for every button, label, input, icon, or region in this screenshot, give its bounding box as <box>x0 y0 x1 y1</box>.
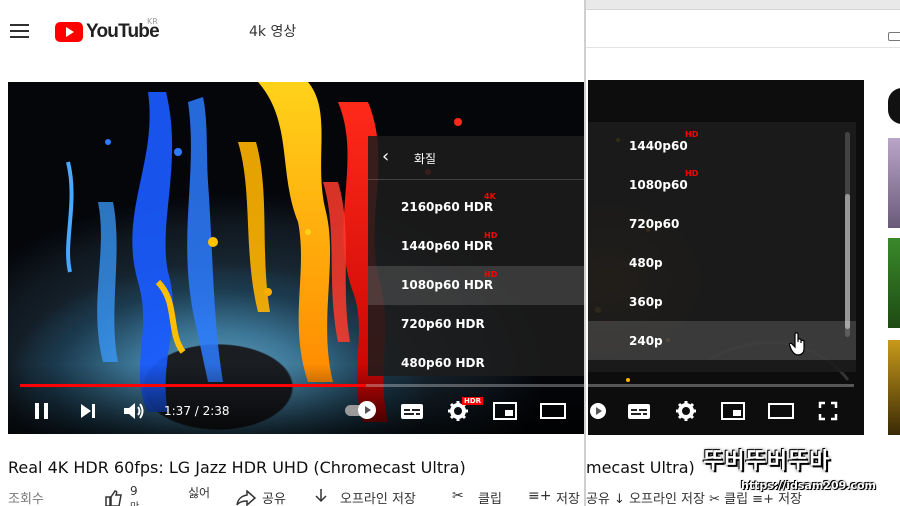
subtitles-icon[interactable] <box>400 401 424 421</box>
address-bar[interactable] <box>586 10 900 48</box>
theater-mode-icon[interactable] <box>768 402 794 420</box>
view-count-label: 조회수 <box>8 492 44 506</box>
quality-option-label: 480p60 HDR <box>401 356 485 370</box>
scissors-icon[interactable]: ✂ <box>452 488 464 504</box>
quality-option-1080p60[interactable]: 1080p60 HD <box>588 165 856 204</box>
watermark-url: https://idsam209.com <box>741 479 876 492</box>
menu-icon[interactable] <box>10 24 29 39</box>
save-button[interactable]: 저장 <box>556 488 580 506</box>
quality-option-label: 720p60 <box>629 217 680 231</box>
quality-menu-title: 화질 <box>414 152 437 166</box>
masthead: YouTube KR 4k 영상 <box>0 0 588 62</box>
quality-menu-scroll-thumb[interactable] <box>845 194 850 329</box>
quality-badge: 4K <box>484 192 496 201</box>
autoplay-play-icon <box>358 401 376 419</box>
miniplayer-icon[interactable] <box>721 402 745 420</box>
video-actions: 조회수 9 만 싫어 공유 오프라인 저장 ✂ 클립 ≡+ 저장 <box>0 484 588 506</box>
related-video-thumbnail[interactable] <box>888 138 900 228</box>
watermark-title: 뚜버뚜버뚜바 <box>703 449 831 474</box>
video-title-second: mecast Ultra) <box>586 458 695 477</box>
quality-option-720p60[interactable]: 720p60 HDR <box>368 305 588 344</box>
youtube-window-main: YouTube KR 4k 영상 ‹ 화질 2160p60 HDR 4K 144… <box>0 0 588 506</box>
country-code: KR <box>147 17 158 26</box>
youtube-logo[interactable]: YouTube <box>55 20 160 44</box>
download-button[interactable]: 오프라인 저장 <box>340 488 416 506</box>
save-playlist-icon[interactable]: ≡+ <box>528 488 551 504</box>
quality-menu: ‹ 화질 2160p60 HDR 4K 1440p60 HDR HD 1080p… <box>368 136 588 376</box>
back-icon[interactable]: ‹ <box>382 147 402 167</box>
youtube-window-second: 1440p60 HD 1080p60 HD 720p60 480p 360p 2… <box>584 0 900 506</box>
quality-option-label: 1440p60 HDR <box>401 239 494 253</box>
related-video-thumbnail[interactable] <box>888 340 900 435</box>
related-videos-strip <box>888 88 900 435</box>
quality-option-720p60[interactable]: 720p60 <box>588 204 856 243</box>
youtube-play-icon <box>55 22 83 42</box>
quality-option-label: 1080p60 <box>629 178 688 192</box>
quality-option-2160p60[interactable]: 2160p60 HDR 4K <box>368 188 588 227</box>
quality-option-label: 240p <box>629 334 663 348</box>
like-icon[interactable] <box>104 489 122 506</box>
fullscreen-icon[interactable] <box>818 401 838 421</box>
next-icon[interactable] <box>78 401 98 421</box>
quality-menu-second: 1440p60 HD 1080p60 HD 720p60 480p 360p 2… <box>588 122 856 372</box>
quality-option-240p[interactable]: 240p <box>588 321 856 360</box>
watermark: 뚜버뚜버뚜바 https://idsam209.com <box>703 443 900 499</box>
miniplayer-icon[interactable] <box>493 402 517 420</box>
quality-option-480p60[interactable]: 480p60 HDR <box>368 344 588 383</box>
theater-mode-icon[interactable] <box>540 402 566 420</box>
autoplay-play-icon[interactable] <box>588 401 608 421</box>
quality-badge: HD <box>484 270 498 279</box>
progress-bar-played <box>20 384 367 387</box>
volume-icon[interactable] <box>122 400 146 422</box>
pause-icon[interactable] <box>32 401 52 421</box>
quality-option-label: 2160p60 HDR <box>401 200 494 214</box>
quality-option-1440p60[interactable]: 1440p60 HD <box>588 126 856 165</box>
time-display: 1:37 / 2:38 <box>164 404 230 418</box>
clip-button[interactable]: 클립 <box>478 488 502 506</box>
quality-option-360p[interactable]: 360p <box>588 282 856 321</box>
video-title: Real 4K HDR 60fps: LG Jazz HDR UHD (Chro… <box>8 458 466 477</box>
download-icon[interactable] <box>314 488 328 506</box>
settings-gear-icon[interactable] <box>675 400 697 422</box>
quality-option-label: 360p <box>629 295 663 309</box>
keyboard-icon[interactable] <box>888 32 900 41</box>
quality-option-label: 1080p60 HDR <box>401 278 494 292</box>
progress-bar[interactable] <box>20 384 588 387</box>
search-query[interactable]: 4k 영상 <box>249 21 296 41</box>
like-count: 9 <box>130 484 138 498</box>
quality-menu-header[interactable]: ‹ 화질 <box>368 136 588 180</box>
quality-option-1080p60[interactable]: 1080p60 HDR HD <box>368 266 588 305</box>
quality-option-label: 1440p60 <box>629 139 688 153</box>
quality-option-label: 720p60 HDR <box>401 317 485 331</box>
share-button[interactable]: 공유 <box>262 488 286 506</box>
like-count-unit: 만 <box>130 498 139 506</box>
subtitles-icon[interactable] <box>627 401 651 421</box>
channel-avatar[interactable] <box>888 88 900 124</box>
quality-option-1440p60[interactable]: 1440p60 HDR HD <box>368 227 588 266</box>
hdr-badge: HDR <box>462 397 484 405</box>
dislike-label[interactable]: 싫어 <box>188 484 210 501</box>
quality-badge: HD <box>685 169 699 178</box>
progress-bar-second[interactable] <box>586 384 854 387</box>
quality-badge: HD <box>685 130 699 139</box>
window-titlebar <box>586 0 900 10</box>
quality-option-label: 480p <box>629 256 663 270</box>
quality-option-480p[interactable]: 480p <box>588 243 856 282</box>
share-icon[interactable] <box>236 490 256 506</box>
related-video-thumbnail[interactable] <box>888 238 900 328</box>
screen: YouTube KR 4k 영상 ‹ 화질 2160p60 HDR 4K 144… <box>0 0 900 506</box>
hand-cursor-icon <box>789 332 805 356</box>
quality-badge: HD <box>484 231 498 240</box>
